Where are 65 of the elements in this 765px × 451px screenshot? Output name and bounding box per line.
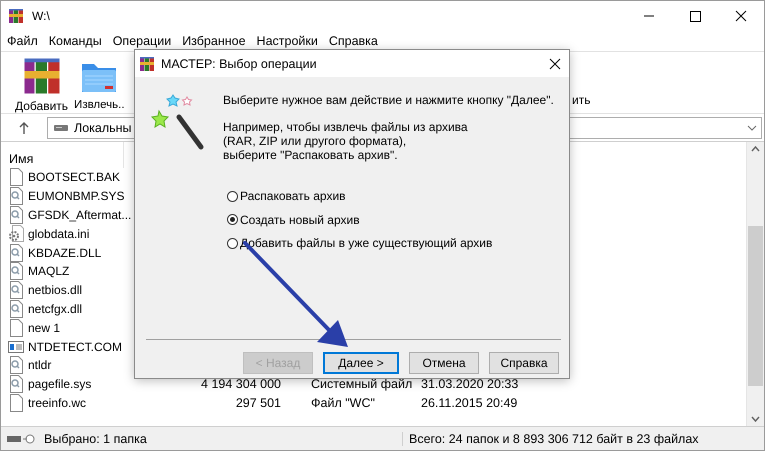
app-icon <box>139 56 155 72</box>
system-file-icon <box>8 300 24 318</box>
system-file-icon <box>8 262 24 280</box>
system-file-icon <box>8 187 24 206</box>
books-icon <box>22 56 62 96</box>
radio-label[interactable]: Создать новый архив <box>240 212 360 226</box>
size-cell: 297 501 <box>236 396 281 410</box>
radio-button[interactable] <box>227 190 238 202</box>
close-icon[interactable] <box>549 58 561 70</box>
menu-item[interactable]: Команды <box>48 34 102 48</box>
hint-text: (RAR, ZIP или другого формата), <box>223 134 408 148</box>
file-name-cell[interactable]: NTDETECT.COM <box>1 338 122 356</box>
menu-item[interactable]: Файл <box>7 34 38 48</box>
hint-text: выберите "Распаковать архив". <box>223 148 399 162</box>
file-name-cell[interactable]: ntldr <box>1 356 52 374</box>
dialog-button[interactable]: Справка <box>489 352 559 374</box>
file-name-cell[interactable]: globdata.ini <box>1 224 90 243</box>
menu-item[interactable]: Операции <box>112 34 172 48</box>
size-cell: 4 194 304 000 <box>201 377 281 392</box>
up-arrow-icon[interactable] <box>19 122 29 134</box>
system-file-icon <box>8 244 24 262</box>
system-file-icon <box>8 356 24 374</box>
file-name-cell[interactable]: pagefile.sys <box>1 375 92 394</box>
system-file-icon <box>8 281 24 300</box>
system-file-icon <box>8 375 24 394</box>
instruction-text: Выберите нужное вам действие и нажмите кнопку "Далее". <box>223 93 554 107</box>
file-name-cell[interactable]: BOOTSECT.BAK <box>1 168 120 186</box>
hint-text: Например, чтобы извлечь файлы из архива <box>223 120 469 134</box>
toolbar-button[interactable]: Добавить <box>13 56 70 113</box>
menu-item[interactable]: Справка <box>328 34 378 48</box>
scroll-thumb[interactable] <box>748 226 763 386</box>
file-name-cell[interactable]: EUMONBMP.SYS <box>1 187 124 206</box>
drive-icon <box>54 124 68 132</box>
file-name-cell[interactable]: treeinfo.wc <box>1 394 86 412</box>
dialog-button[interactable]: Далее > <box>323 352 399 374</box>
menu-item[interactable]: Избранное <box>182 34 246 48</box>
file-icon <box>8 394 24 412</box>
toolbar-label[interactable]: ить <box>572 93 590 107</box>
file-name-cell[interactable]: KBDAZE.DLL <box>1 244 102 262</box>
dialog-title: МАСТЕР: Выбор операции <box>161 56 317 70</box>
date-cell: 26.11.2015 20:49 <box>421 396 518 410</box>
date-cell: 31.03.2020 20:33 <box>421 377 518 392</box>
file-name-cell[interactable]: MAQLZ <box>1 262 70 280</box>
type-cell: Файл "WC" <box>311 396 375 410</box>
app-icon <box>8 8 24 24</box>
file-name-cell[interactable]: new 1 <box>1 318 60 337</box>
toolbar-button[interactable]: Извлечь.. <box>72 56 127 111</box>
file-icon <box>8 168 24 186</box>
dialog-button[interactable]: Отмена <box>409 352 479 374</box>
radio-button[interactable] <box>227 214 238 225</box>
gear-file-icon <box>8 224 24 243</box>
radio-button[interactable] <box>227 238 238 248</box>
status-text: Всего: 24 папок и 8 893 306 712 байт в 23 файлах <box>408 432 699 446</box>
type-cell: Системный файл <box>311 377 412 392</box>
window-title: W:\ <box>32 9 50 23</box>
dropdown-icon[interactable] <box>747 124 757 130</box>
drive-key-icon <box>7 434 37 444</box>
file-name-cell[interactable]: netbios.dll <box>1 281 82 300</box>
file-icon <box>8 318 24 337</box>
status-text: Выбрано: 1 папка <box>44 432 147 446</box>
file-name-cell[interactable]: netcfgx.dll <box>1 300 82 318</box>
file-name-cell[interactable]: GFSDK_Aftermat... <box>1 206 132 224</box>
radio-label[interactable]: Распаковать архив <box>240 189 346 203</box>
menu-item[interactable]: Настройки <box>256 34 318 48</box>
system-file-icon <box>8 206 24 224</box>
